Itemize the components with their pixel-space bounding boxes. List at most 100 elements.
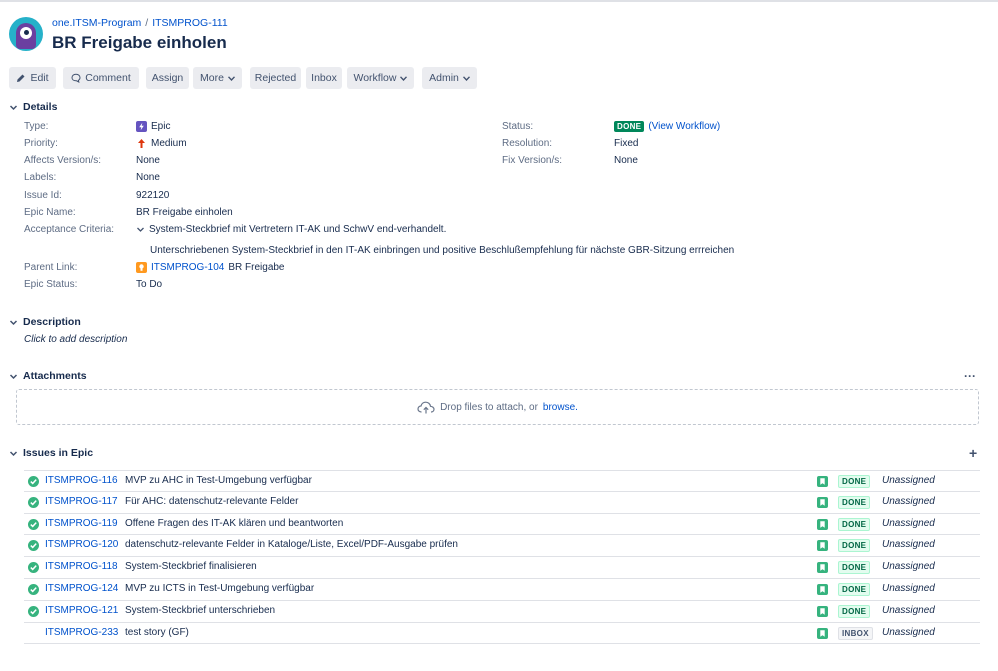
description-heading: Description	[23, 316, 81, 328]
issue-title[interactable]: BR Freigabe einholen	[52, 33, 227, 53]
fix-version-label: Fix Version/s:	[502, 155, 563, 166]
chevron-down-icon	[400, 75, 408, 81]
more-button[interactable]: More	[193, 67, 242, 89]
attachments-section-toggle[interactable]: Attachments	[9, 370, 87, 382]
issue-row[interactable]: ITSMPROG-233 test story (GF) INBOX Unassign…	[24, 623, 980, 645]
edit-button[interactable]: Edit	[9, 67, 56, 89]
resolution-value: Fixed	[614, 138, 639, 149]
status-lozenge: DONE	[614, 121, 645, 132]
priority-label: Priority:	[24, 138, 58, 149]
acceptance-text-1: System-Steckbrief mit Vertretern IT-AK u…	[149, 224, 447, 235]
attachment-dropzone[interactable]: Drop files to attach, or browse.	[16, 389, 979, 425]
issue-row[interactable]: ITSMPROG-124 MVP zu ICTS in Test-Umgebung…	[24, 579, 980, 601]
issue-row[interactable]: ITSMPROG-118 System-Steckbrief finalisier…	[24, 557, 980, 579]
details-section-toggle[interactable]: Details	[9, 101, 57, 113]
lightning-icon	[136, 121, 147, 132]
issue-key-link[interactable]: ITSMPROG-233	[45, 627, 118, 638]
check-circle-icon	[28, 605, 39, 617]
dropzone-text: Drop files to attach, or	[440, 401, 538, 413]
issue-summary[interactable]: MVP zu ICTS in Test-Umgebung verfügbar	[125, 583, 314, 594]
issue-status-lozenge: DONE	[838, 475, 871, 488]
issues-in-epic-section-toggle[interactable]: Issues in Epic	[9, 447, 93, 459]
issue-assignee: Unassigned	[882, 561, 935, 573]
add-issue-button[interactable]: +	[969, 446, 977, 460]
view-workflow-link[interactable]: (View Workflow)	[648, 121, 720, 132]
workflow-button[interactable]: Workflow	[347, 67, 414, 89]
issue-row[interactable]: ITSMPROG-116 MVP zu AHC in Test-Umgebung …	[24, 470, 980, 492]
acceptance-label: Acceptance Criteria:	[24, 224, 115, 235]
issue-status-lozenge: DONE	[838, 517, 871, 531]
issue-key-link[interactable]: ITSMPROG-124	[45, 583, 118, 594]
type-label: Type:	[24, 121, 49, 132]
chevron-down-icon	[462, 75, 470, 81]
issue-id-value: 922120	[136, 190, 170, 201]
affects-value: None	[136, 155, 160, 166]
bookmark-icon	[817, 627, 828, 639]
epic-status-value: To Do	[136, 279, 163, 290]
issue-summary[interactable]: test story (GF)	[125, 627, 189, 638]
comment-button[interactable]: Comment	[63, 67, 139, 89]
browse-link[interactable]: browse.	[543, 402, 578, 413]
issue-summary[interactable]: System-Steckbrief unterschrieben	[125, 605, 275, 616]
labels-label: Labels:	[24, 172, 57, 183]
acceptance-line-2[interactable]: Unterschriebenen System-Steckbrief in de…	[150, 245, 734, 256]
parent-link-label: Parent Link:	[24, 262, 78, 273]
issue-id-label: Issue Id:	[24, 190, 62, 201]
priority-value: Medium	[136, 138, 187, 149]
priority-value-text: Medium	[151, 138, 187, 149]
resolution-label: Resolution:	[502, 138, 553, 149]
issue-row[interactable]: ITSMPROG-121 System-Steckbrief unterschri…	[24, 601, 980, 623]
check-circle-icon	[28, 496, 39, 508]
issue-summary[interactable]: datenschutz-relevante Felder in Kataloge…	[125, 539, 458, 550]
description-placeholder[interactable]: Click to add description	[24, 334, 127, 345]
acceptance-line-1[interactable]: System-Steckbrief mit Vertretern IT-AK u…	[136, 224, 446, 235]
issue-key-link[interactable]: ITSMPROG-119	[45, 518, 118, 529]
comment-bubble-icon	[71, 73, 81, 83]
issue-key-link[interactable]: ITSMPROG-116	[45, 475, 118, 486]
issue-summary[interactable]: Offene Fragen des IT-AK klären und beant…	[125, 518, 343, 529]
description-section-toggle[interactable]: Description	[9, 316, 81, 328]
issue-assignee: Unassigned	[882, 475, 935, 486]
issue-key-link[interactable]: ITSMPROG-117	[45, 496, 118, 507]
epic-name-value[interactable]: BR Freigabe einholen	[136, 207, 233, 218]
breadcrumb-issue-link[interactable]: ITSMPROG-111	[152, 17, 227, 29]
labels-value[interactable]: None	[136, 172, 160, 183]
attachments-more-button[interactable]: ···	[964, 369, 976, 383]
issue-row[interactable]: ITSMPROG-120 datenschutz-relevante Felder…	[24, 535, 980, 558]
chevron-down-icon[interactable]	[136, 225, 145, 234]
check-circle-icon	[28, 476, 39, 487]
comment-button-label: Comment	[85, 72, 131, 84]
issue-status-lozenge: DONE	[838, 582, 871, 596]
fix-version-value: None	[614, 155, 638, 166]
issue-key-link[interactable]: ITSMPROG-120	[45, 539, 118, 550]
bookmark-icon	[817, 605, 828, 617]
issue-key-link[interactable]: ITSMPROG-121	[45, 605, 118, 616]
edit-button-label: Edit	[30, 72, 49, 84]
status-label: Status:	[502, 121, 534, 132]
issue-summary[interactable]: System-Steckbrief finalisieren	[125, 561, 257, 572]
pencil-icon	[17, 74, 25, 82]
rejected-button[interactable]: Rejected	[250, 67, 301, 89]
inbox-button[interactable]: Inbox	[306, 67, 342, 89]
rejected-button-label: Rejected	[254, 72, 297, 84]
issue-status-lozenge: DONE	[838, 495, 871, 509]
parent-key-link[interactable]: ITSMPROG-104	[151, 262, 224, 273]
issue-key-link[interactable]: ITSMPROG-118	[45, 561, 118, 572]
parent-link-value[interactable]: ITSMPROG-104 BR Freigabe	[136, 262, 285, 273]
issue-summary[interactable]: Für AHC: datenschutz-relevante Felder	[125, 496, 298, 507]
issue-summary[interactable]: MVP zu AHC in Test-Umgebung verfügbar	[125, 475, 312, 486]
assign-button[interactable]: Assign	[146, 67, 189, 89]
epic-status-label: Epic Status:	[24, 279, 78, 290]
issue-row[interactable]: ITSMPROG-117 Für AHC: datenschutz-relevan…	[24, 492, 980, 514]
admin-button[interactable]: Admin	[422, 67, 477, 89]
chevron-down-icon	[9, 450, 18, 456]
breadcrumb-separator: /	[145, 17, 149, 29]
chevron-down-icon	[9, 104, 18, 110]
attachments-heading: Attachments	[23, 370, 87, 382]
issue-row[interactable]: ITSMPROG-119 Offene Fragen des IT-AK klär…	[24, 514, 980, 536]
breadcrumb-project-link[interactable]: one.ITSM-Program	[52, 17, 141, 29]
chevron-down-icon	[9, 373, 18, 379]
issues-in-epic-heading: Issues in Epic	[23, 447, 94, 459]
project-avatar[interactable]	[9, 17, 43, 51]
chevron-down-icon	[9, 319, 18, 325]
